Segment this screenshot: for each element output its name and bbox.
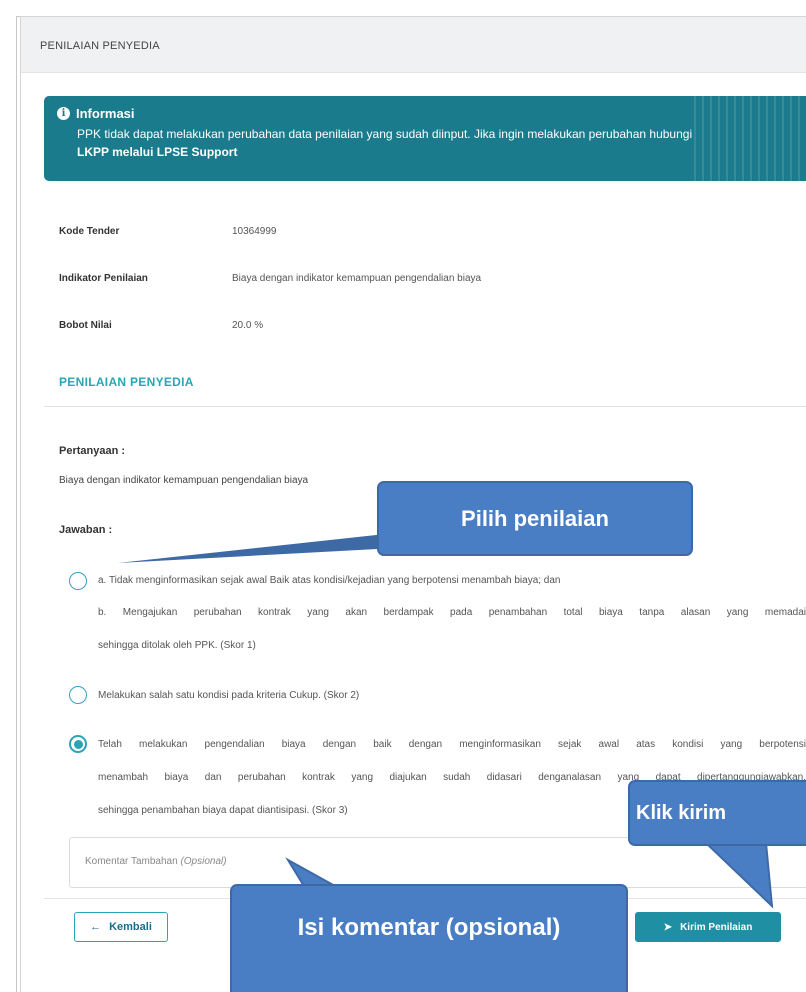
send-button-label: Kirim Penilaian [680,921,753,933]
section-divider [44,406,806,407]
option-3-line: sehingga penambahan biaya dapat diantisi… [98,805,348,816]
field-value-kode-tender: 10364999 [232,226,277,237]
option-2-line: Melakukan salah satu kondisi pada kriter… [98,690,360,701]
page-header: PENILAIAN PENYEDIA [21,17,806,73]
comment-placeholder-text: Komentar Tambahan [85,856,178,867]
radio-option-2[interactable] [69,686,87,704]
field-label-kode-tender: Kode Tender [59,226,120,237]
radio-option-1[interactable] [69,572,87,590]
send-assessment-button[interactable]: ➤ Kirim Penilaian [635,912,781,942]
question-text: Biaya dengan indikator kemampuan pengend… [59,475,309,486]
callout-choose-assessment: Pilih penilaian [377,481,693,556]
option-1-line: b. Mengajukan perubahan kontrak yang aka… [98,607,806,618]
field-label-indikator: Indikator Penilaian [59,273,148,284]
arrow-left-icon: ← [90,921,102,933]
info-alert-line: LKPP melalui LPSE Support [77,145,238,159]
radio-option-3[interactable] [69,735,87,753]
comment-placeholder: Komentar Tambahan (Opsional) [85,856,227,867]
callout-fill-comment: Isi komentar (opsional) [230,884,628,992]
back-button-label: Kembali [109,921,152,933]
back-button[interactable]: ← Kembali [74,912,168,942]
callout-send-text: Klik kirim [636,801,727,824]
info-alert-text: PPK tidak dapat melakukan perubahan data… [77,125,806,161]
comment-placeholder-note: (Opsional) [180,856,227,867]
option-3-text: Telah melakukan pengendalian biaya denga… [98,739,806,750]
answer-label: Jawaban : [59,524,113,536]
info-alert: i Informasi PPK tidak dapat melakukan pe… [44,96,806,181]
question-label: Pertanyaan : [59,445,126,457]
info-icon: i [57,107,70,120]
option-1-line: a. Tidak menginformasikan sejak awal Bai… [98,575,561,586]
callout-click-send: Klik kirim [628,780,806,846]
field-label-bobot: Bobot Nilai [59,320,112,331]
paper-plane-icon: ➤ [663,921,673,933]
page-title: PENILAIAN PENYEDIA [40,40,160,52]
info-alert-line: PPK tidak dapat melakukan perubahan data… [77,127,693,141]
option-1-text: b. Mengajukan perubahan kontrak yang aka… [98,607,806,618]
section-title: PENILAIAN PENYEDIA [59,375,194,389]
option-1-line: sehingga ditolak oleh PPK. (Skor 1) [98,640,256,651]
info-alert-title: Informasi [76,106,135,121]
info-alert-header: i Informasi [57,106,135,121]
callout-choose-text: Pilih penilaian [461,505,609,531]
field-value-indikator: Biaya dengan indikator kemampuan pengend… [232,273,482,284]
field-value-bobot: 20.0 % [232,320,264,331]
callout-comment-text: Isi komentar (opsional) [297,914,561,941]
option-3-line: Telah melakukan pengendalian biaya denga… [98,739,806,750]
outer-border-left [16,16,17,992]
